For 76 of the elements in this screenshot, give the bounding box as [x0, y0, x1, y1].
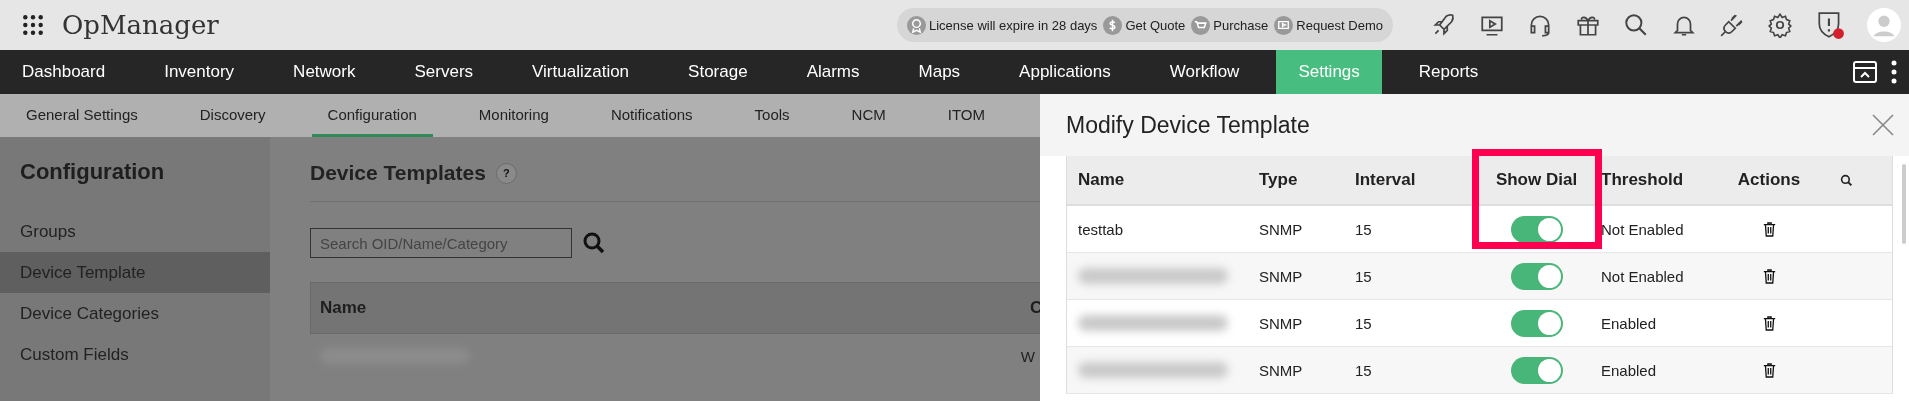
nav-tab[interactable]: Alarms	[784, 50, 882, 94]
column-header: Show Dial	[1494, 170, 1579, 190]
toggle-switch[interactable]	[1510, 262, 1563, 290]
trash-icon[interactable]	[1762, 315, 1776, 331]
sidebar-item[interactable]: Device Categories	[0, 293, 270, 334]
cart-icon	[1191, 15, 1211, 35]
nav-tab[interactable]: Workflow	[1147, 50, 1262, 94]
plug-icon[interactable]	[1719, 12, 1745, 38]
sub-nav-tab[interactable]: Monitoring	[462, 94, 565, 137]
search-icon[interactable]	[1623, 12, 1649, 38]
table-cell-text: 15	[1355, 267, 1373, 285]
table-cell-text: SNMP	[1259, 220, 1304, 238]
promo-link[interactable]: Get Quote	[1103, 15, 1186, 35]
sub-nav-tab[interactable]: General Settings	[26, 94, 154, 137]
table-cell-text: 15	[1355, 361, 1373, 379]
table-cell-text: Not Enabled	[1601, 267, 1685, 285]
help-badge[interactable]: ?	[495, 162, 517, 184]
table-cell-text: 15	[1355, 314, 1373, 332]
sidebar-item[interactable]: Groups	[0, 211, 270, 252]
nav-tab[interactable]: Servers	[392, 50, 496, 94]
table-cell-text: Not Enabled	[1601, 220, 1685, 238]
app-grid-icon[interactable]	[22, 14, 44, 36]
toggle-switch[interactable]	[1510, 215, 1563, 243]
settings-icon[interactable]	[1767, 12, 1793, 38]
column-header: Interval	[1355, 170, 1417, 190]
app-title: OpManager	[62, 10, 219, 40]
table-cell-text: SNMP	[1259, 361, 1304, 379]
column-header: Actions	[1736, 170, 1802, 190]
search-field[interactable]: Search OID/Name/Category	[310, 228, 572, 258]
more-menu-icon[interactable]	[1891, 60, 1897, 84]
toggle-switch[interactable]	[1510, 356, 1563, 384]
nav-tab[interactable]: Storage	[666, 50, 770, 94]
nav-tab[interactable]: Network	[271, 50, 378, 94]
close-icon[interactable]	[1871, 113, 1895, 137]
promo-link[interactable]: Request Demo	[1274, 15, 1383, 35]
promo-link[interactable]: License will expire in 28 days	[907, 15, 1098, 35]
page-title: Device Templates	[310, 161, 486, 185]
sidebar-title: Configuration	[19, 159, 166, 185]
window-icon[interactable]	[1853, 61, 1877, 83]
trash-icon[interactable]	[1762, 268, 1776, 284]
sub-nav-tab[interactable]: ITOM	[931, 94, 1001, 137]
sub-nav-tab[interactable]: Configuration	[311, 94, 433, 137]
column-header: Name	[319, 298, 368, 318]
rocket-icon[interactable]	[1431, 12, 1457, 38]
nav-tab[interactable]: Inventory	[142, 50, 257, 94]
sub-nav-tab[interactable]: Notifications	[594, 94, 709, 137]
table-cell-text: Enabled	[1601, 314, 1658, 332]
toggle-switch[interactable]	[1510, 309, 1563, 337]
table-cell-text: 15	[1355, 220, 1373, 238]
nav-tab[interactable]: Applications	[997, 50, 1133, 94]
column-header: Threshold	[1601, 170, 1685, 190]
shield-alert-icon[interactable]	[1815, 10, 1845, 40]
table-cell: testtab	[1078, 220, 1124, 238]
sidebar-item[interactable]: Custom Fields	[0, 334, 270, 375]
table-cell-text: Enabled	[1601, 361, 1658, 379]
nav-tab[interactable]: Dashboard	[0, 50, 128, 94]
trash-icon[interactable]	[1762, 221, 1776, 237]
scrollbar[interactable]	[1902, 164, 1906, 244]
search-icon[interactable]	[1840, 173, 1853, 187]
sub-nav-tab[interactable]: Tools	[738, 94, 806, 137]
nav-tab[interactable]: Virtualization	[510, 50, 652, 94]
column-header: Type	[1259, 170, 1299, 190]
nav-tab[interactable]: Reports	[1396, 50, 1501, 94]
table-cell-text: SNMP	[1259, 314, 1304, 332]
modal-title: Modify Device Template	[1066, 111, 1310, 139]
sub-nav-tab[interactable]: NCM	[835, 94, 902, 137]
badge-icon	[907, 15, 926, 35]
promo-link[interactable]: Purchase	[1191, 15, 1269, 35]
trash-icon[interactable]	[1762, 362, 1776, 378]
dollar-icon	[1103, 15, 1123, 35]
video-icon	[1274, 15, 1294, 35]
nav-tab[interactable]: Maps	[896, 50, 983, 94]
table-cell: W	[1020, 347, 1035, 365]
table-cell-text: SNMP	[1259, 267, 1304, 285]
sub-nav-tab[interactable]: Discovery	[183, 94, 282, 137]
column-header: Name	[1077, 170, 1126, 190]
